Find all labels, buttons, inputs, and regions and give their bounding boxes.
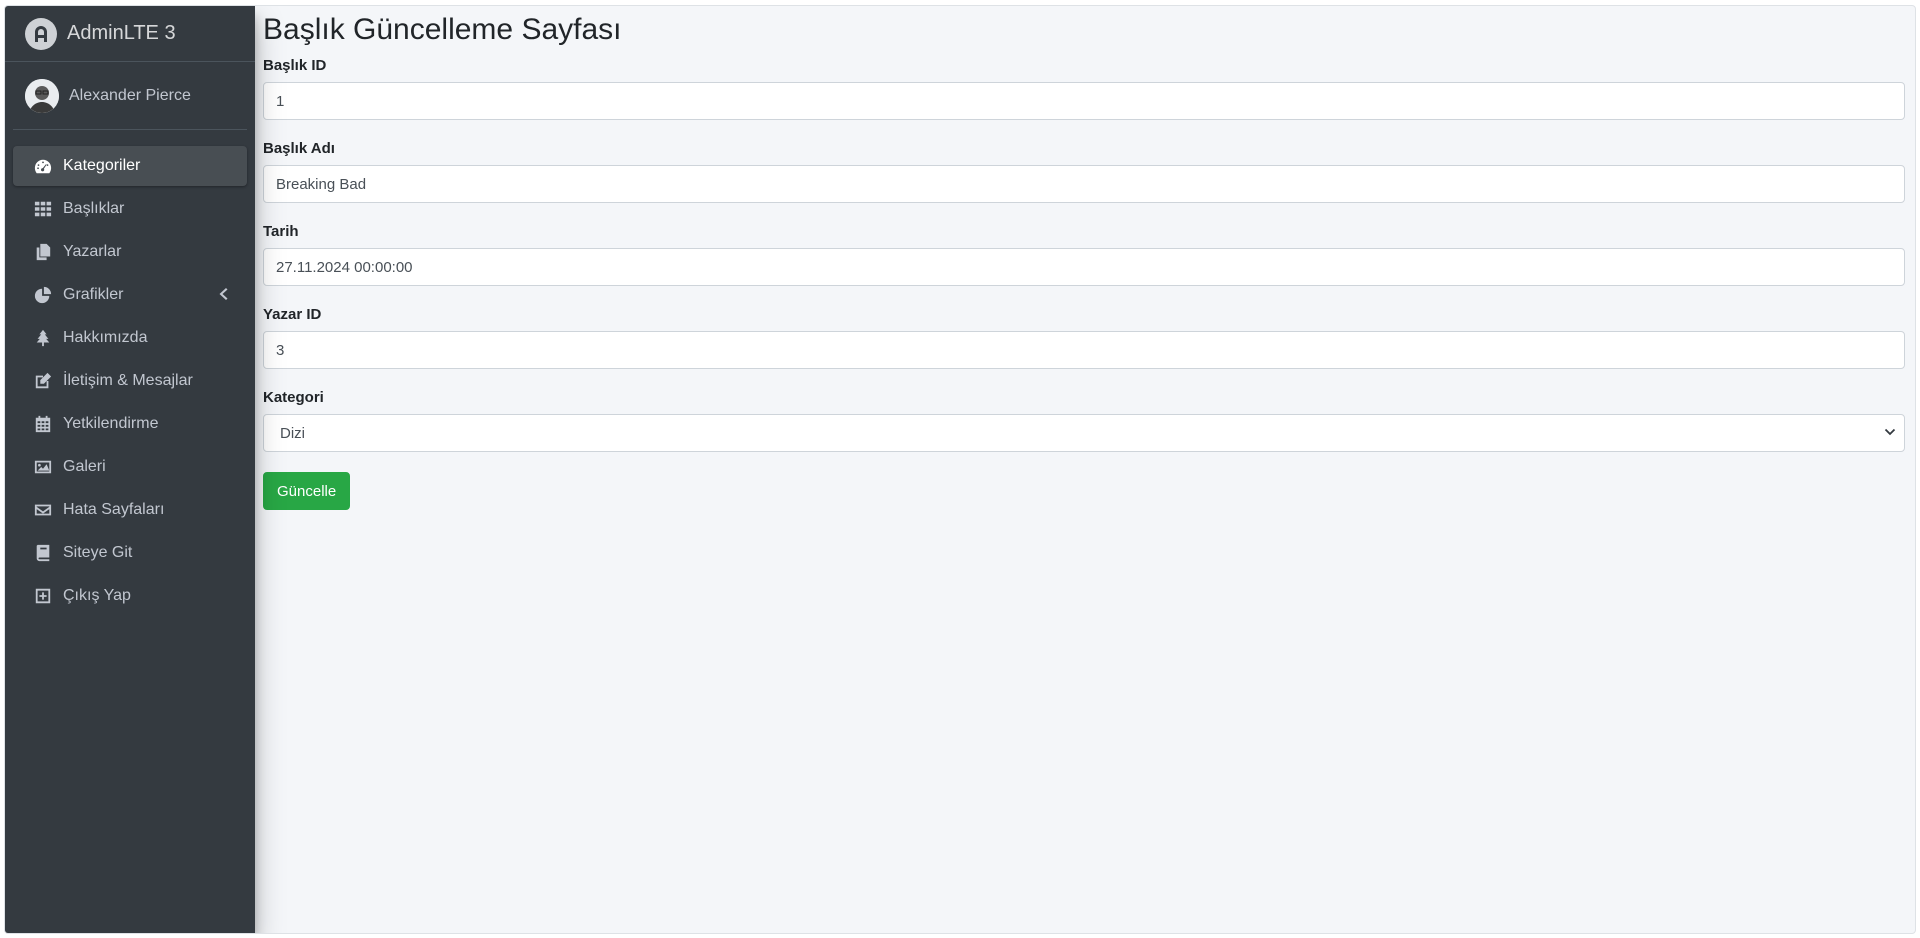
kategori-selected-value: Dizi	[280, 424, 305, 442]
copy-icon	[33, 242, 53, 262]
user-panel[interactable]: Alexander Pierce	[13, 62, 247, 130]
main-sidebar: AdminLTE 3 Alexander Pierce Kategoriler	[5, 6, 255, 933]
sidebar-item-basliklar[interactable]: Başlıklar	[13, 189, 247, 229]
baslik-id-label: Başlık ID	[263, 57, 327, 74]
sidebar-item-label: Yazarlar	[63, 243, 122, 260]
book-icon	[33, 543, 53, 563]
tarih-label: Tarih	[263, 223, 299, 240]
tachometer-icon	[33, 156, 53, 176]
form-group-kategori: Kategori Dizi	[263, 389, 1905, 452]
form-group-baslik-id: Başlık ID 1	[263, 57, 1905, 120]
sidebar-item-hata-sayfalari[interactable]: Hata Sayfaları	[13, 490, 247, 530]
sidebar-item-galeri[interactable]: Galeri	[13, 447, 247, 487]
baslik-adi-label: Başlık Adı	[263, 140, 335, 157]
sidebar-item-label: Yetkilendirme	[63, 415, 159, 432]
baslik-adi-input[interactable]: Breaking Bad	[263, 165, 1905, 203]
chevron-left-icon[interactable]	[217, 287, 231, 303]
sidebar-item-hakkimizda[interactable]: Hakkımızda	[13, 318, 247, 358]
form-group-baslik-adi: Başlık Adı Breaking Bad	[263, 140, 1905, 203]
sidebar-item-siteye-git[interactable]: Siteye Git	[13, 533, 247, 573]
sidebar-item-label: Çıkış Yap	[63, 587, 131, 604]
sidebar-item-kategoriler[interactable]: Kategoriler	[13, 146, 247, 186]
sidebar-item-label: İletişim & Mesajlar	[63, 372, 193, 389]
app-window: AdminLTE 3 Alexander Pierce Kategoriler	[4, 5, 1916, 934]
kategori-select[interactable]: Dizi	[263, 414, 1905, 452]
tarih-input[interactable]: 27.11.2024 00:00:00	[263, 248, 1905, 286]
envelope-icon	[33, 500, 53, 520]
sidebar-item-label: Başlıklar	[63, 200, 125, 217]
sidebar-item-label: Hakkımızda	[63, 329, 148, 346]
sidebar-item-yazarlar[interactable]: Yazarlar	[13, 232, 247, 272]
brand-text: AdminLTE 3	[67, 22, 176, 44]
baslik-id-value: 1	[276, 92, 285, 110]
brand-link[interactable]: AdminLTE 3	[5, 6, 255, 62]
sidebar-item-label: Hata Sayfaları	[63, 501, 165, 518]
content-wrapper: Başlık Güncelleme Sayfası Başlık ID 1 Ba…	[263, 6, 1905, 510]
grid-icon	[33, 199, 53, 219]
image-icon	[33, 457, 53, 477]
sidebar-item-label: Galeri	[63, 458, 106, 475]
baslik-id-input[interactable]: 1	[263, 82, 1905, 120]
sidebar-item-label: Grafikler	[63, 286, 124, 303]
pie-chart-icon	[33, 285, 53, 305]
baslik-adi-value: Breaking Bad	[276, 175, 367, 193]
plus-square-icon	[33, 586, 53, 606]
brand-logo-icon	[25, 17, 57, 50]
yazar-id-label: Yazar ID	[263, 306, 322, 323]
sidebar-nav: Kategoriler Başlıklar Yazarlar Grafikler	[5, 146, 255, 616]
sidebar-item-label: Kategoriler	[63, 157, 141, 174]
sidebar-item-iletisim[interactable]: İletişim & Mesajlar	[13, 361, 247, 401]
yazar-id-input[interactable]: 3	[263, 331, 1905, 369]
form-group-tarih: Tarih 27.11.2024 00:00:00	[263, 223, 1905, 286]
sidebar-item-grafikler[interactable]: Grafikler	[13, 275, 247, 315]
update-button[interactable]: Güncelle	[263, 472, 351, 510]
sidebar-item-cikis-yap[interactable]: Çıkış Yap	[13, 576, 247, 616]
page-title: Başlık Güncelleme Sayfası	[263, 13, 622, 46]
tarih-value: 27.11.2024 00:00:00	[276, 258, 413, 276]
sidebar-item-yetkilendirme[interactable]: Yetkilendirme	[13, 404, 247, 444]
user-name: Alexander Pierce	[69, 86, 191, 104]
form-group-yazar-id: Yazar ID 3	[263, 306, 1905, 369]
yazar-id-value: 3	[276, 341, 285, 359]
update-form: Başlık ID 1 Başlık Adı Breaking Bad Tari…	[263, 57, 1905, 510]
tree-icon	[33, 328, 53, 348]
sidebar-item-label: Siteye Git	[63, 544, 133, 561]
calendar-icon	[33, 414, 53, 434]
avatar	[25, 78, 59, 113]
chevron-down-icon	[1884, 425, 1896, 442]
kategori-label: Kategori	[263, 389, 324, 406]
edit-icon	[33, 371, 53, 391]
